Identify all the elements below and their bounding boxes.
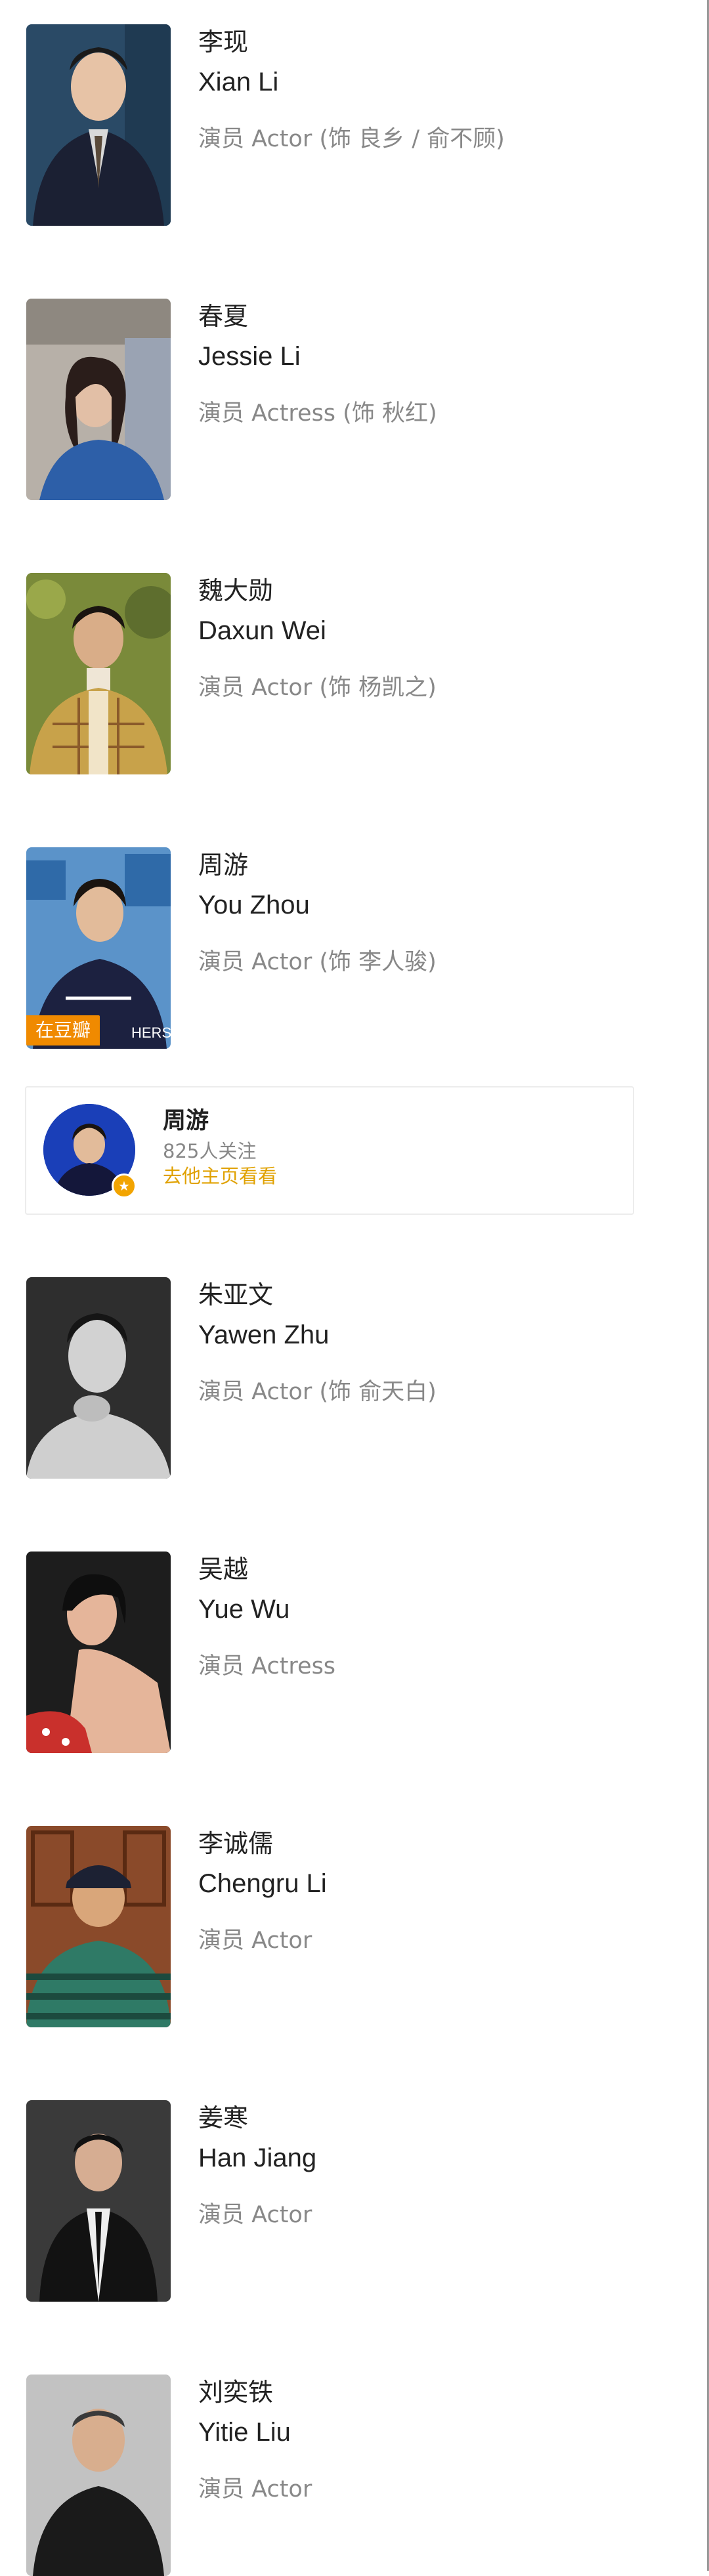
actress-photo[interactable] bbox=[26, 299, 171, 500]
cast-chinese-name: 刘奕铁 bbox=[198, 2378, 274, 2407]
actress-photo[interactable] bbox=[26, 1552, 171, 1753]
cast-chinese-name: 朱亚文 bbox=[198, 1280, 274, 1309]
cast-role: 演员 Actor bbox=[198, 2202, 312, 2228]
cast-role: 演员 Actor bbox=[198, 2476, 312, 2502]
profile-name: 周游 bbox=[163, 1108, 209, 1134]
cast-chinese-name: 姜寒 bbox=[198, 2103, 249, 2132]
cast-english-name: You Zhou bbox=[198, 891, 310, 919]
cast-item[interactable]: 刘奕铁 Yitie Liu 演员 Actor bbox=[26, 2375, 656, 2576]
actor-photo[interactable] bbox=[26, 2100, 171, 2302]
cast-english-name: Yitie Liu bbox=[198, 2418, 291, 2447]
svg-text:HERS: HERS bbox=[131, 1024, 171, 1041]
cast-chinese-name: 魏大勋 bbox=[198, 576, 274, 605]
douban-badge: 在豆瓣 bbox=[26, 1015, 100, 1045]
visit-homepage-link[interactable]: 去他主页看看 bbox=[163, 1164, 277, 1189]
actor-photo[interactable] bbox=[26, 573, 171, 774]
cast-item[interactable]: 李诚儒 Chengru Li 演员 Actor bbox=[26, 1826, 656, 2027]
personal-profile-card[interactable]: ★ 周游 825人关注 去他主页看看 bbox=[25, 1086, 634, 1215]
cast-role: 演员 Actress (饰 秋红) bbox=[198, 400, 437, 427]
cast-english-name: Han Jiang bbox=[198, 2143, 317, 2172]
actor-photo[interactable]: HERS 在豆瓣 bbox=[26, 847, 171, 1049]
cast-role: 演员 Actor (饰 良乡 / 俞不顾) bbox=[198, 126, 505, 152]
cast-item[interactable]: 魏大勋 Daxun Wei 演员 Actor (饰 杨凯之) bbox=[26, 573, 656, 774]
cast-item[interactable]: 朱亚文 Yawen Zhu 演员 Actor (饰 俞天白) bbox=[26, 1277, 656, 1479]
cast-role: 演员 Actor (饰 俞天白) bbox=[198, 1379, 437, 1405]
cast-english-name: Yawen Zhu bbox=[198, 1320, 330, 1349]
cast-item[interactable]: 春夏 Jessie Li 演员 Actress (饰 秋红) bbox=[26, 299, 656, 500]
cast-item[interactable]: 吴越 Yue Wu 演员 Actress bbox=[26, 1552, 656, 1753]
follower-count: 825人关注 bbox=[163, 1140, 257, 1162]
cast-item[interactable]: 李现 Xian Li 演员 Actor (饰 良乡 / 俞不顾) bbox=[26, 24, 656, 226]
cast-chinese-name: 吴越 bbox=[198, 1555, 249, 1584]
cast-english-name: Chengru Li bbox=[198, 1869, 327, 1898]
actor-photo[interactable] bbox=[26, 24, 171, 226]
cast-role: 演员 Actor (饰 杨凯之) bbox=[198, 675, 437, 701]
cast-role: 演员 Actor (饰 李人骏) bbox=[198, 949, 437, 975]
cast-english-name: Daxun Wei bbox=[198, 616, 326, 645]
cast-chinese-name: 李诚儒 bbox=[198, 1829, 274, 1858]
actor-photo[interactable] bbox=[26, 2375, 171, 2576]
cast-chinese-name: 李现 bbox=[198, 28, 249, 56]
cast-english-name: Yue Wu bbox=[198, 1595, 290, 1624]
cast-item[interactable]: 姜寒 Han Jiang 演员 Actor bbox=[26, 2100, 656, 2302]
cast-english-name: Jessie Li bbox=[198, 342, 301, 371]
actor-photo[interactable] bbox=[26, 1826, 171, 2027]
actor-photo[interactable] bbox=[26, 1277, 171, 1479]
cast-role: 演员 Actor bbox=[198, 1928, 312, 1954]
cast-chinese-name: 春夏 bbox=[198, 302, 249, 331]
cast-chinese-name: 周游 bbox=[198, 851, 249, 879]
verified-star-icon: ★ bbox=[112, 1173, 137, 1198]
cast-english-name: Xian Li bbox=[198, 68, 279, 96]
cast-item[interactable]: HERS 在豆瓣 周游 You Zhou 演员 Actor (饰 李人骏) bbox=[26, 847, 656, 1049]
cast-role: 演员 Actress bbox=[198, 1653, 336, 1679]
